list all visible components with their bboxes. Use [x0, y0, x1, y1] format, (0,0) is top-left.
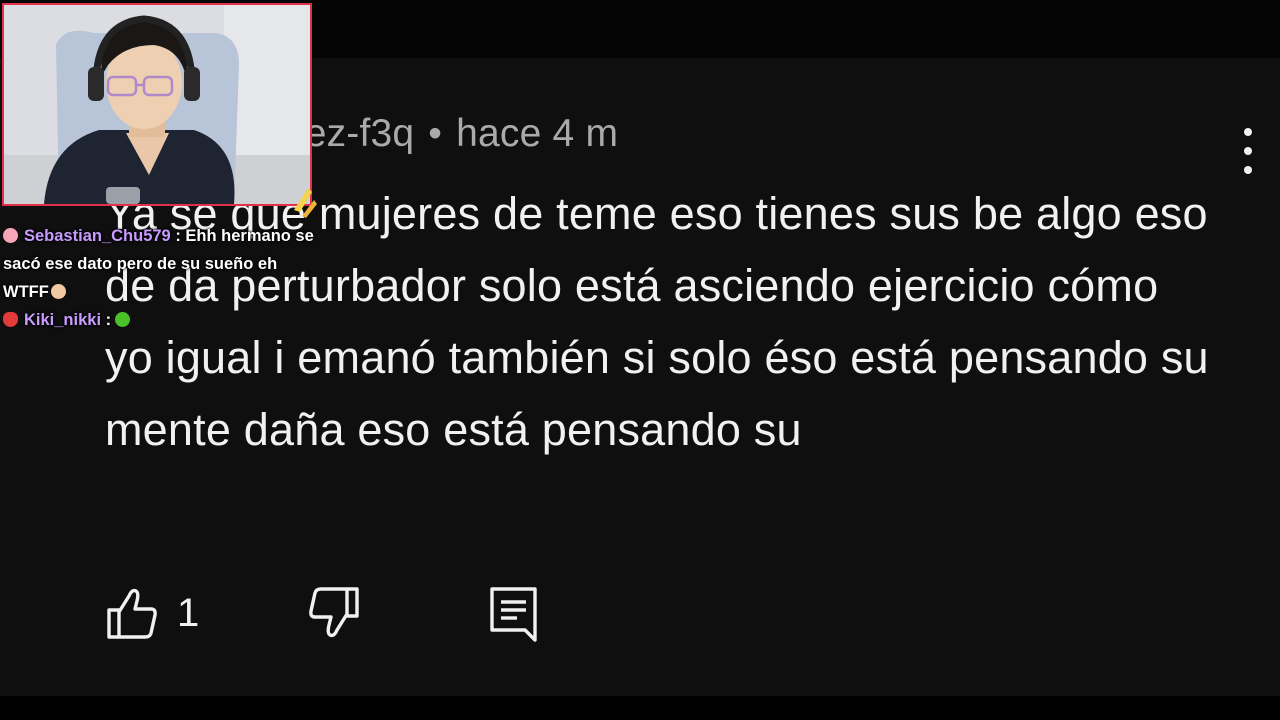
- more-vert-icon[interactable]: [1232, 128, 1264, 174]
- comment-timestamp[interactable]: hace 4 m: [456, 112, 618, 155]
- streamer-image: [4, 5, 310, 204]
- like-count: 1: [177, 590, 200, 635]
- reply-button[interactable]: [489, 586, 539, 642]
- emote-icon: [115, 312, 131, 327]
- bottom-letterbox: [0, 696, 1280, 720]
- more-dot: [1244, 128, 1252, 136]
- chat-username: Sebastian_Chu579: [24, 227, 171, 245]
- video-frame: @davidLopez-f3q•hace 4 m Ya se que mujer…: [0, 0, 1280, 720]
- more-dot: [1244, 166, 1252, 174]
- user-badge-icon: [3, 228, 18, 243]
- meta-separator: •: [428, 112, 443, 155]
- reply-comment-icon: [490, 587, 537, 642]
- chat-username: Kiki_nikki: [24, 311, 102, 329]
- thumbs-down-icon: [309, 587, 359, 638]
- more-dot: [1244, 147, 1252, 155]
- thumbs-up-icon: [107, 588, 157, 639]
- chat-message: Sebastian_Chu579 : Ehh hermano se sacó e…: [3, 222, 323, 306]
- dislike-button[interactable]: [307, 586, 361, 640]
- emote-icon: [50, 284, 66, 299]
- like-button[interactable]: 1: [105, 586, 199, 640]
- chat-separator: :: [175, 227, 181, 245]
- chat-separator: :: [105, 311, 112, 329]
- strawberry-badge-icon: [3, 312, 18, 327]
- chat-message: Kiki_nikki :: [3, 306, 323, 334]
- webcam-overlay: [2, 3, 312, 206]
- sparkle-decoration: [290, 180, 320, 225]
- stream-chat: Sebastian_Chu579 : Ehh hermano se sacó e…: [3, 222, 323, 334]
- sparkle-icon: [294, 188, 317, 218]
